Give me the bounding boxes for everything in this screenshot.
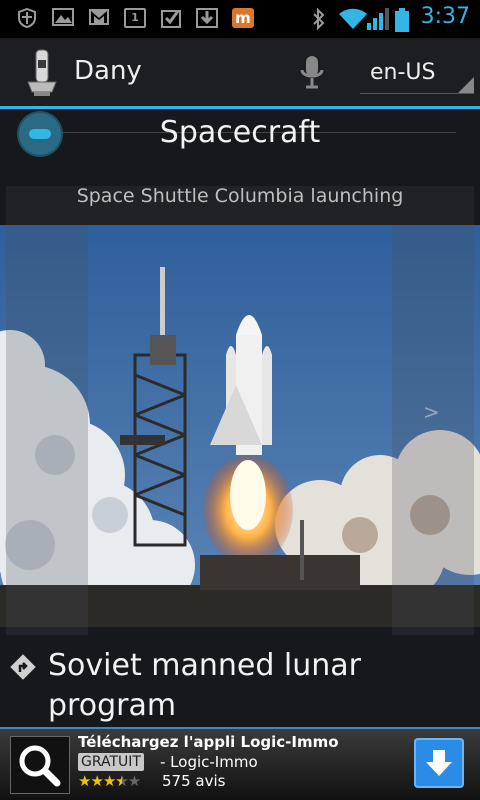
image-caption: Space Shuttle Columbia launching <box>76 185 404 207</box>
download-icon <box>196 8 218 28</box>
ad-reviews: 575 avis <box>162 772 226 790</box>
category-title: Spacecraft <box>159 115 321 150</box>
status-bar: 1 m 3:37 <box>0 0 480 38</box>
previous-image-area[interactable] <box>6 225 88 635</box>
chevron-right-icon[interactable]: > <box>423 400 440 424</box>
dropdown-triangle-icon <box>458 77 474 93</box>
next-image-area[interactable] <box>392 225 474 635</box>
action-bar: Dany en-US <box>0 38 480 106</box>
language-label: en-US <box>370 60 436 85</box>
ad-banner[interactable]: Téléchargez l'appli Logic-Immo GRATUIT -… <box>0 727 480 800</box>
item-title: Soviet manned lunar program <box>48 648 361 723</box>
list-item[interactable]: Soviet manned lunar program <box>0 640 480 730</box>
user-name[interactable]: Dany <box>74 56 142 86</box>
microphone-icon[interactable] <box>300 54 324 92</box>
directions-icon <box>10 654 36 680</box>
shuttle-app-icon[interactable] <box>22 48 62 98</box>
search-icon[interactable] <box>10 736 70 794</box>
gmail-icon <box>88 8 110 28</box>
rating-stars: ★★★★★★ <box>78 772 141 790</box>
calendar-icon: 1 <box>124 8 146 28</box>
image-icon <box>52 8 74 28</box>
bluetooth-icon <box>308 7 330 31</box>
signal-icon <box>366 8 390 30</box>
shield-icon <box>16 7 38 29</box>
language-spinner[interactable]: en-US <box>360 54 474 94</box>
app-m-icon: m <box>232 8 254 28</box>
clock: 3:37 <box>420 4 470 29</box>
ad-free-badge: GRATUIT <box>78 753 144 771</box>
download-button[interactable] <box>414 738 464 788</box>
battery-icon <box>394 8 410 32</box>
wifi-icon <box>338 8 368 29</box>
ad-company: - Logic-Immo <box>160 753 258 771</box>
ad-title: Téléchargez l'appli Logic-Immo <box>78 733 339 751</box>
task-check-icon <box>160 8 182 28</box>
category-header: Spacecraft <box>0 109 480 161</box>
